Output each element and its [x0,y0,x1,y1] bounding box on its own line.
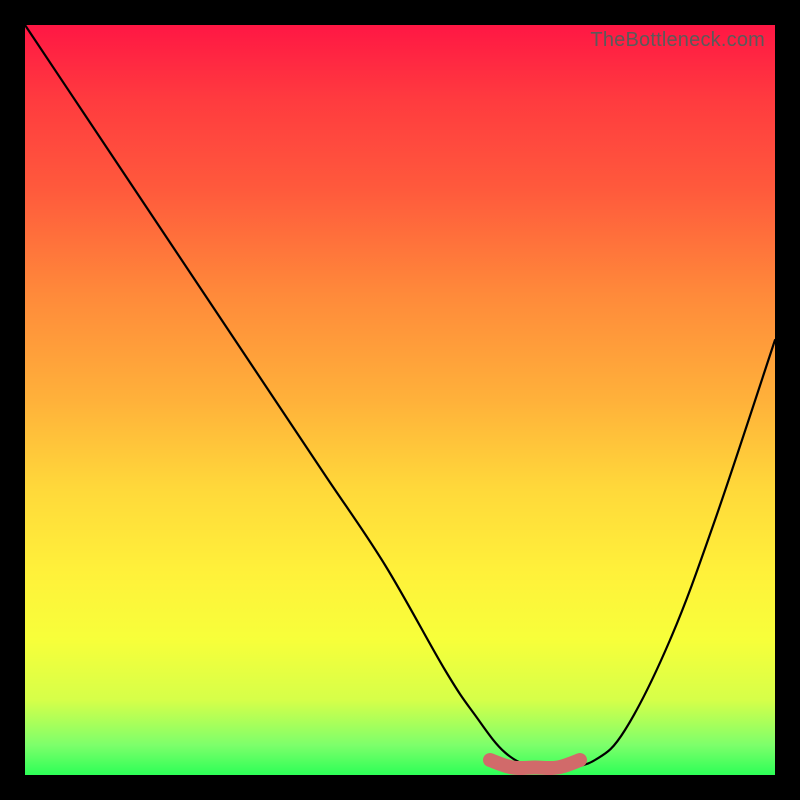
chart-frame: TheBottleneck.com [0,0,800,800]
optimal-marker [490,760,580,768]
bottleneck-curve [25,25,775,769]
chart-svg [25,25,775,775]
chart-plot-area: TheBottleneck.com [25,25,775,775]
